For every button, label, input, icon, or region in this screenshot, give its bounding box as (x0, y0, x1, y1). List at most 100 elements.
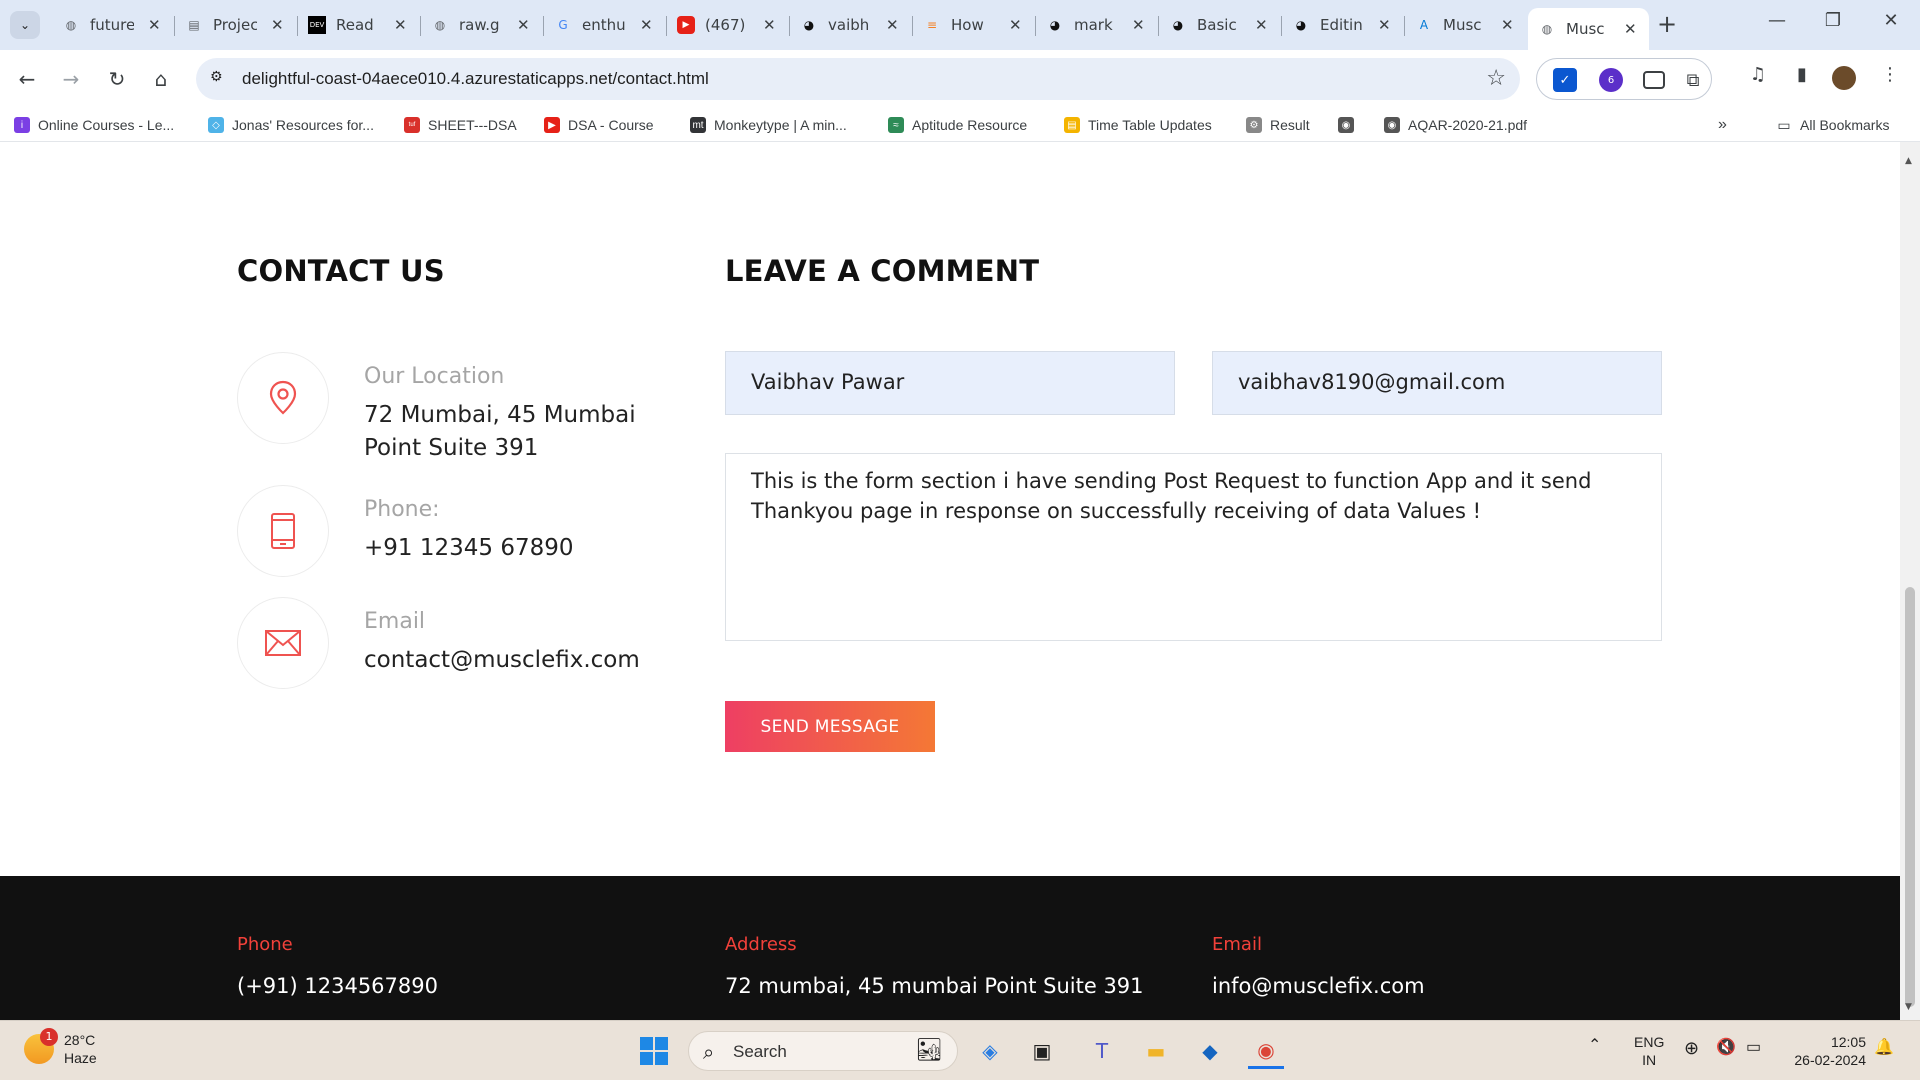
reload-button[interactable]: ↻ (102, 64, 132, 94)
browser-tab[interactable]: ▤ Projects ✕ (175, 8, 296, 42)
profile-avatar[interactable] (1832, 66, 1856, 90)
volume-muted-icon[interactable]: 🔇 (1716, 1039, 1736, 1057)
tab-close-icon[interactable]: ✕ (148, 16, 161, 34)
tab-close-icon[interactable]: ✕ (1624, 20, 1637, 38)
browser-tab[interactable]: ◕ Basic ✕ (1159, 8, 1280, 42)
bookmark-favicon-icon: ◇ (208, 117, 224, 133)
start-button[interactable] (636, 1033, 672, 1069)
more-bookmarks-chevron-icon[interactable]: » (1718, 114, 1727, 136)
contact-us-heading: CONTACT US (237, 254, 445, 288)
chrome-icon[interactable]: ◉ (1248, 1033, 1284, 1069)
tray-chevron-up-icon[interactable]: ⌃ (1588, 1037, 1601, 1055)
send-message-button[interactable]: SEND MESSAGE (725, 701, 935, 752)
bookmark-favicon-icon: ⚙ (1246, 117, 1262, 133)
minimize-button[interactable]: — (1762, 10, 1792, 31)
tab-title: future (90, 16, 134, 34)
close-window-button[interactable]: ✕ (1876, 10, 1906, 31)
tab-close-icon[interactable]: ✕ (886, 16, 899, 34)
browser-tab[interactable]: DEV Read ✕ (298, 8, 419, 42)
envelope-icon (265, 630, 301, 656)
bookmark-favicon-icon: ▶ (544, 117, 560, 133)
bookmark-item[interactable]: ⚙ Result (1246, 114, 1310, 136)
footer-phone-value[interactable]: (+91) 1234567890 (237, 974, 438, 998)
tab-close-icon[interactable]: ✕ (763, 16, 776, 34)
tab-close-icon[interactable]: ✕ (1255, 16, 1268, 34)
picture-in-picture-icon[interactable] (1643, 71, 1665, 89)
message-textarea[interactable]: This is the form section i have sending … (725, 453, 1662, 641)
browser-tab[interactable]: ◍ future ✕ (52, 8, 173, 42)
menu-kebab-icon[interactable]: ⋮ (1876, 64, 1904, 92)
bookmark-item[interactable]: tuf SHEET---DSA (404, 114, 517, 136)
bookmark-item[interactable]: ◉ AQAR-2020-21.pdf (1384, 114, 1527, 136)
bookmark-item[interactable]: i Online Courses - Le... (14, 114, 174, 136)
location-value: 72 Mumbai, 45 Mumbai Point Suite 391 (364, 402, 636, 461)
footer-email-value[interactable]: info@musclefix.com (1212, 974, 1425, 998)
address-url[interactable]: delightful-coast-04aece010.4.azurestatic… (242, 69, 709, 89)
browser-tab[interactable]: ◕ Editin ✕ (1282, 8, 1403, 42)
weather-badge: 1 (40, 1028, 58, 1046)
email-field[interactable]: vaibhav8190@gmail.com (1212, 351, 1662, 415)
extension-with-badge-icon[interactable]: 6 (1599, 68, 1623, 92)
browser-tab[interactable]: ◕ vaibh ✕ (790, 8, 911, 42)
browser-tab[interactable]: Genthu ✕ (544, 8, 665, 42)
browser-tab[interactable]: ▶ (467) ✕ (667, 8, 788, 42)
browser-tab[interactable]: ◕ mark ✕ (1036, 8, 1157, 42)
todo-extension-icon[interactable]: ✓ (1553, 68, 1577, 92)
teams-icon[interactable]: T (1084, 1033, 1120, 1069)
taskbar-search-label: Search (733, 1042, 787, 1061)
bookmark-item[interactable]: ▤ Time Table Updates (1064, 114, 1212, 136)
tab-close-icon[interactable]: ✕ (640, 16, 653, 34)
scroll-down-arrow-icon[interactable]: ▼ (1905, 1002, 1912, 1012)
tab-close-icon[interactable]: ✕ (1132, 16, 1145, 34)
tab-close-icon[interactable]: ✕ (1009, 16, 1022, 34)
task-view-icon[interactable]: ▣ (1024, 1033, 1060, 1069)
notification-bell-icon[interactable]: 🔔 (1874, 1039, 1894, 1057)
app-icon[interactable]: ◆ (1192, 1033, 1228, 1069)
tab-close-icon[interactable]: ✕ (517, 16, 530, 34)
puzzle-extensions-icon[interactable]: ⧉ (1681, 68, 1705, 92)
media-control-icon[interactable]: ♫ (1744, 64, 1772, 92)
new-tab-button[interactable]: + (1652, 10, 1682, 40)
language-bottom: IN (1642, 1052, 1657, 1068)
bookmark-item[interactable]: ▶ DSA - Course (544, 114, 654, 136)
language-indicator[interactable]: ENG IN (1634, 1033, 1664, 1069)
tab-close-icon[interactable]: ✕ (1378, 16, 1391, 34)
clock[interactable]: 12:05 26-02-2024 (1786, 1033, 1866, 1069)
clock-time: 12:05 (1830, 1034, 1866, 1050)
tab-close-icon[interactable]: ✕ (271, 16, 284, 34)
browser-tab[interactable]: ≡ How ✕ (913, 8, 1034, 42)
side-panel-icon[interactable]: ▮ (1788, 64, 1816, 92)
tab-search-button[interactable]: ⌄ (10, 11, 40, 39)
all-bookmarks[interactable]: ▭ All Bookmarks (1776, 114, 1889, 136)
weather-widget[interactable]: 1 28°C Haze (24, 1028, 97, 1067)
restore-button[interactable]: ❐ (1818, 10, 1848, 31)
taskbar-search[interactable]: ⌕ Search 🏜 (688, 1031, 958, 1071)
tab-close-icon[interactable]: ✕ (394, 16, 407, 34)
tab-close-icon[interactable]: ✕ (1501, 16, 1514, 34)
windows-taskbar: 1 28°C Haze ⌕ Search 🏜 ◈ ▣ T ▬ ◆ ◉ ⌃ ENG… (0, 1020, 1920, 1080)
name-field[interactable]: Vaibhav Pawar (725, 351, 1175, 415)
forward-button[interactable]: → (56, 64, 86, 94)
bookmark-star-icon[interactable]: ☆ (1486, 66, 1506, 91)
browser-tab[interactable]: ◍ Musc ✕ (1528, 8, 1649, 50)
bookmark-item[interactable]: mt Monkeytype | A min... (690, 114, 847, 136)
battery-icon[interactable]: ▭ (1746, 1039, 1761, 1057)
address-bar[interactable]: ⚙ delightful-coast-04aece010.4.azurestat… (196, 58, 1520, 100)
scroll-up-arrow-icon[interactable]: ▲ (1905, 156, 1912, 166)
browser-tab[interactable]: ◍ raw.g ✕ (421, 8, 542, 42)
back-button[interactable]: ← (12, 64, 42, 94)
site-info-icon[interactable]: ⚙ (210, 69, 230, 89)
search-icon: ⌕ (703, 1040, 715, 1064)
site-footer: Phone (+91) 1234567890 Address 72 mumbai… (0, 876, 1900, 1020)
bookmark-item[interactable]: ≈ Aptitude Resource (888, 114, 1027, 136)
file-explorer-icon[interactable]: ▬ (1138, 1033, 1174, 1069)
home-button[interactable]: ⌂ (146, 64, 176, 94)
page-scrollbar[interactable]: ▲ ▼ (1900, 142, 1920, 1020)
bookmark-favicon-icon: ◉ (1384, 117, 1400, 133)
network-globe-icon[interactable]: ⊕ (1684, 1039, 1699, 1057)
browser-tab[interactable]: A Musc ✕ (1405, 8, 1526, 42)
scroll-thumb[interactable] (1905, 587, 1915, 1007)
bookmark-item[interactable]: ◇ Jonas' Resources for... (208, 114, 374, 136)
bookmark-item[interactable]: ◉ (1338, 114, 1362, 136)
copilot-icon[interactable]: ◈ (972, 1033, 1008, 1069)
